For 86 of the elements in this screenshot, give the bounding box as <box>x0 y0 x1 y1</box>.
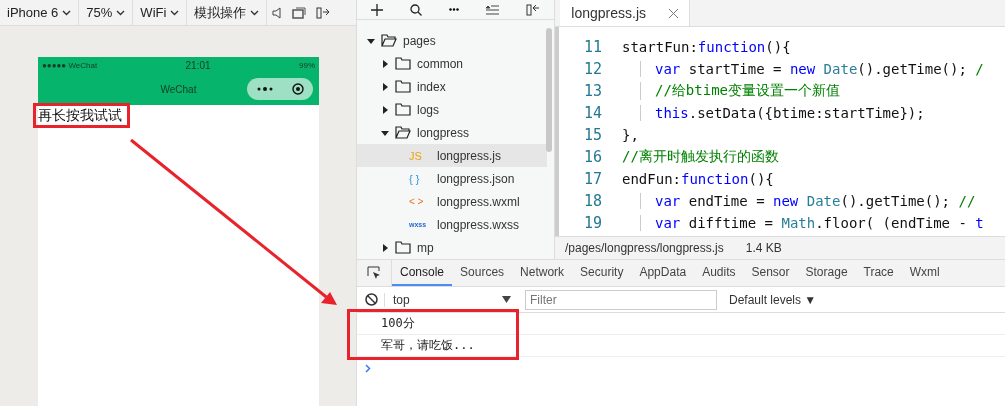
line-number: 15 <box>582 126 603 144</box>
plus-icon[interactable] <box>370 3 383 16</box>
code-line: //给btime变量设置一个新值 <box>640 82 840 100</box>
folder-icon <box>395 241 411 254</box>
file-tab[interactable]: longpress.js <box>560 0 690 26</box>
log-message: 100分 <box>357 313 1005 335</box>
devtools-tab[interactable]: Wxml <box>901 260 948 286</box>
devtools-tab[interactable]: Security <box>572 260 632 286</box>
devtools-tab[interactable]: Console <box>392 260 453 286</box>
code-line: }, <box>622 127 639 143</box>
content-text[interactable]: 再长按我试试 <box>38 105 122 125</box>
close-target-icon <box>291 83 304 95</box>
clock-text: 21:01 <box>185 59 211 71</box>
code-file-icon: < > <box>409 196 424 207</box>
more-icon[interactable] <box>448 8 459 11</box>
devtools-tab[interactable]: Sensor <box>743 260 798 286</box>
toolbar-dropdown[interactable]: WiFi <box>133 0 188 25</box>
chevron-down-icon <box>62 9 72 16</box>
folder-item[interactable]: longpress <box>357 121 547 144</box>
more-icon <box>256 87 273 91</box>
folder-item[interactable]: logs <box>357 98 547 121</box>
folder-icon <box>395 57 411 70</box>
file-item[interactable]: { } longpress.json <box>357 167 547 190</box>
toolbar-dropdown[interactable]: 75% <box>79 0 134 25</box>
caret-down-icon <box>502 296 511 303</box>
caret-right-icon <box>381 243 389 252</box>
chevron-down-icon <box>116 9 126 16</box>
line-number: 19 <box>582 214 603 232</box>
devtools-tab[interactable]: Storage <box>797 260 856 286</box>
battery-text: 99% <box>299 60 315 70</box>
file-item[interactable]: JS longpress.js <box>357 144 547 167</box>
code-line: endFun:function(){ <box>622 171 774 187</box>
devtools-tab[interactable]: Sources <box>452 260 513 286</box>
caret-right-icon <box>381 59 389 68</box>
braces-file-icon: { } <box>409 172 420 185</box>
code-line: var difftime = Math.floor( (endTime - t <box>640 215 984 231</box>
panel-arrow-icon[interactable] <box>526 3 541 16</box>
carrier-text: ●●●●● WeChat <box>42 60 98 70</box>
chevron-right-icon[interactable] <box>365 364 371 373</box>
js-file-icon: JS <box>409 149 422 162</box>
code-line: this.setData({btime:startTime}); <box>640 105 925 121</box>
line-number: 13 <box>582 82 603 100</box>
folder-icon <box>395 103 411 116</box>
devtools-tab[interactable]: Trace <box>855 260 902 286</box>
line-number: 17 <box>582 170 603 188</box>
folder-icon <box>395 126 411 139</box>
caret-down-icon <box>381 128 389 137</box>
devtools-tab[interactable]: AppData <box>631 260 695 286</box>
capsule-menu[interactable] <box>247 78 313 100</box>
caret-down-icon <box>367 36 375 45</box>
toolbar-dropdown[interactable]: iPhone 6 <box>0 0 80 25</box>
filter-field[interactable]: Filter <box>525 289 717 310</box>
line-number: 18 <box>582 192 603 210</box>
line-number: 11 <box>582 38 603 56</box>
context-dropdown[interactable]: top <box>384 292 519 307</box>
collapse-icon[interactable] <box>486 4 500 15</box>
folder-item[interactable]: common <box>357 52 547 75</box>
folder-icon <box>395 80 411 93</box>
scrollbar[interactable] <box>546 28 552 152</box>
code-line: startFun:function(){ <box>622 39 791 55</box>
code-line: //离开时触发执行的函数 <box>622 148 779 166</box>
chevron-down-icon <box>250 9 260 16</box>
folder-item[interactable]: pages <box>357 29 547 52</box>
levels-dropdown[interactable]: Default levels ▼ <box>723 291 823 308</box>
file-size: 1.4 KB <box>745 241 782 255</box>
clear-icon[interactable] <box>365 293 378 306</box>
line-number: 14 <box>582 104 603 122</box>
caret-right-icon <box>381 105 389 114</box>
file-item[interactable]: < > longpress.wxml <box>357 190 547 213</box>
folder-item[interactable]: index <box>357 75 547 98</box>
search-icon[interactable] <box>409 3 422 16</box>
line-number: 12 <box>582 60 603 78</box>
toolbar-dropdown[interactable]: 模拟操作 <box>187 0 268 25</box>
code-line: var endTime = new Date().getTime(); // <box>640 193 976 209</box>
folder-item[interactable]: mp <box>357 236 547 259</box>
code-line: var startTime = new Date().getTime(); / <box>640 61 984 77</box>
log-message: 军哥，请吃饭... <box>357 335 1005 357</box>
nav-title: WeChat <box>160 83 197 95</box>
file-path: /pages/longpress/longpress.js <box>565 241 724 255</box>
devtools-tab[interactable]: Network <box>512 260 573 286</box>
caret-right-icon <box>381 82 389 91</box>
folder-icon <box>381 34 397 47</box>
devtools-tab[interactable]: Audits <box>694 260 744 286</box>
close-icon[interactable] <box>668 8 678 18</box>
line-number: 16 <box>582 148 603 166</box>
chevron-down-icon <box>170 9 180 16</box>
